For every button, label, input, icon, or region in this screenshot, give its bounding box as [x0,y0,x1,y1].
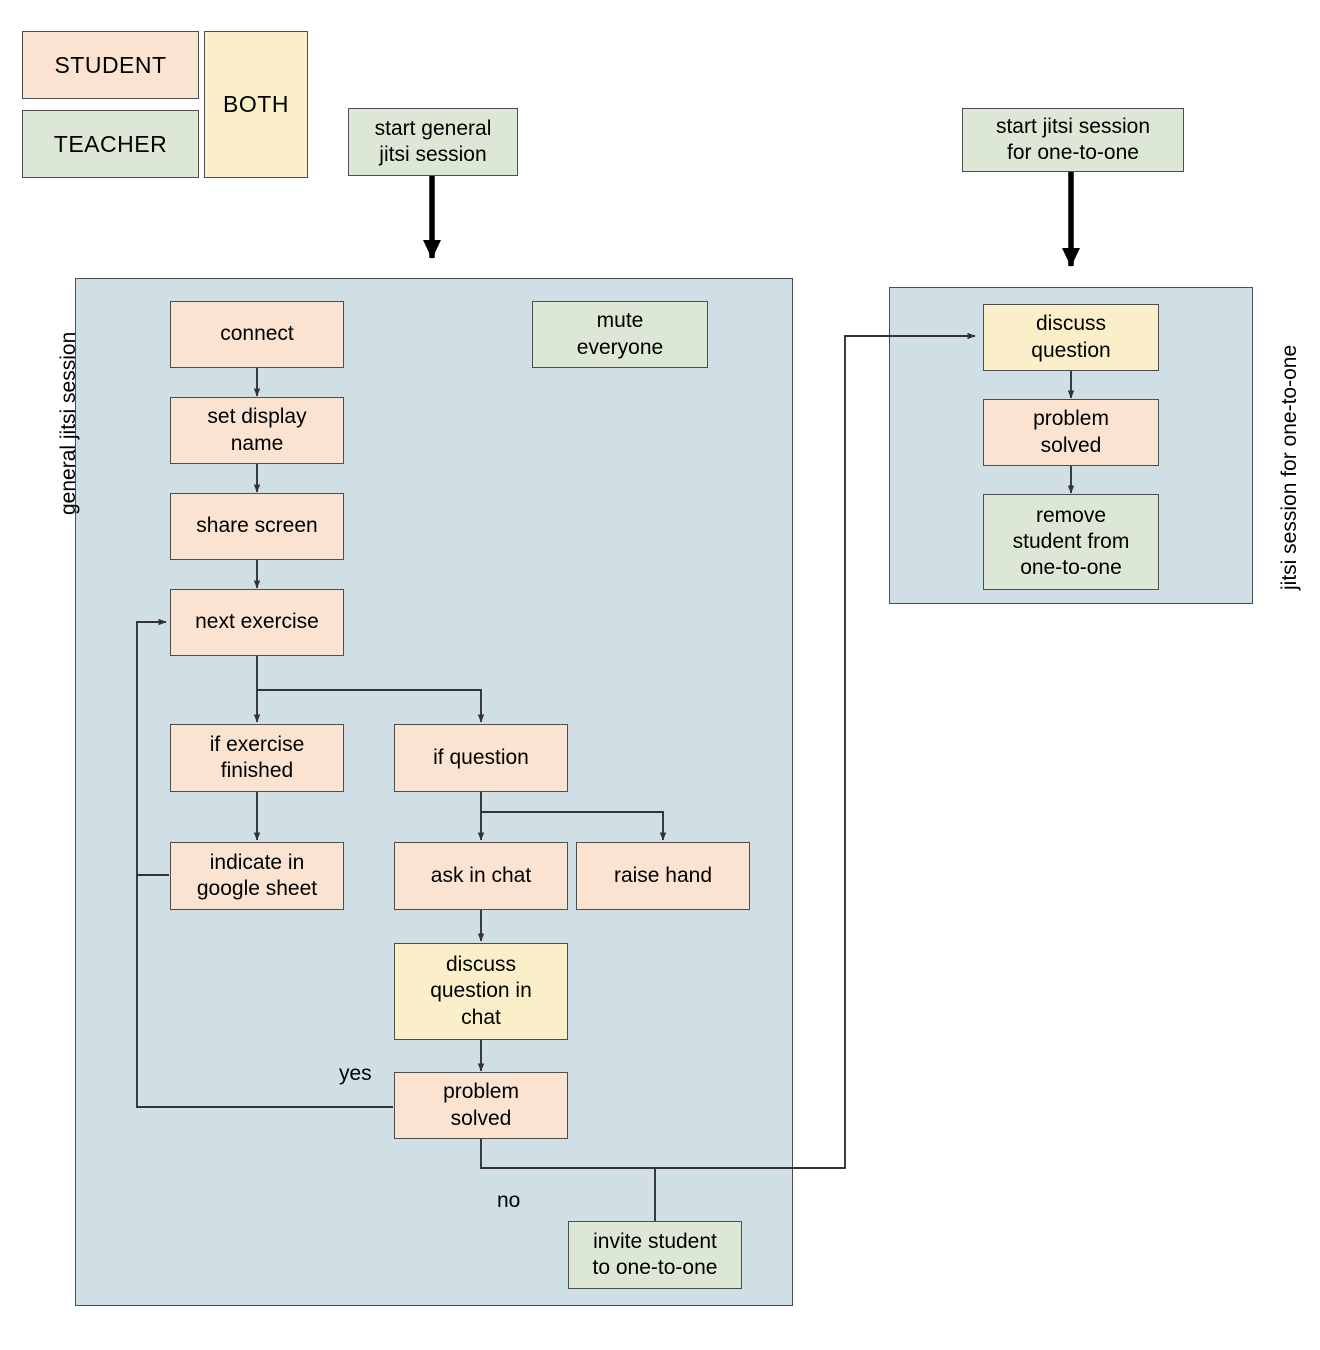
node-problem-solved-one-to-one[interactable]: problem solved [983,399,1159,466]
node-if-exercise-finished[interactable]: if exercise finished [170,724,344,792]
node-problem-solved[interactable]: problem solved [394,1072,568,1139]
node-connect[interactable]: connect [170,301,344,368]
node-share-screen[interactable]: share screen [170,493,344,560]
node-label: discuss question in chat [430,953,532,1029]
node-discuss-question[interactable]: discuss question [983,304,1159,371]
node-label: ask in chat [430,863,532,887]
node-raise-hand[interactable]: raise hand [576,842,750,910]
node-label: mute everyone [576,309,664,359]
node-start-general-jitsi-session[interactable]: start general jitsi session [348,108,518,176]
node-set-display-name[interactable]: set display name [170,397,344,464]
node-mute-everyone[interactable]: mute everyone [532,301,708,368]
node-label: invite student to one-to-one [592,1229,718,1279]
edge-label-yes: yes [339,1062,372,1085]
node-indicate-in-google-sheet[interactable]: indicate in google sheet [170,842,344,910]
container-label-jitsi-session-one-to-one: jitsi session for one-to-one [1278,344,1301,590]
node-label: if exercise finished [209,732,305,782]
node-label: indicate in google sheet [196,850,318,900]
legend-both-label: BOTH [223,91,289,117]
node-label: discuss question [1031,312,1111,362]
node-label: remove student from one-to-one [1012,503,1130,580]
legend-student: STUDENT [22,31,199,99]
node-label: problem solved [1033,407,1109,457]
legend-student-label: STUDENT [54,51,167,78]
legend-both: BOTH [204,31,308,178]
node-label: connect [220,322,294,346]
legend-teacher-label: TEACHER [53,130,168,157]
node-ask-in-chat[interactable]: ask in chat [394,842,568,910]
node-start-jitsi-session-for-one-to-one[interactable]: start jitsi session for one-to-one [962,108,1184,172]
node-label: if question [433,745,529,769]
node-label: share screen [196,514,318,538]
edge-label-no: no [497,1189,521,1212]
node-label: next exercise [195,610,319,634]
container-label-general-jitsi-session: general jitsi session [57,331,80,515]
node-label: raise hand [613,863,713,887]
node-invite-student-to-one-to-one[interactable]: invite student to one-to-one [568,1221,742,1289]
legend-teacher: TEACHER [22,110,199,178]
node-if-question[interactable]: if question [394,724,568,792]
node-label: start jitsi session for one-to-one [995,114,1151,164]
node-remove-student-from-one-to-one[interactable]: remove student from one-to-one [983,494,1159,590]
node-label: start general jitsi session [374,116,492,166]
flowchart-diagram: general jitsi session jitsi session for … [0,0,1320,1350]
node-label: problem solved [443,1080,519,1130]
node-label: set display name [207,405,307,455]
node-discuss-question-in-chat[interactable]: discuss question in chat [394,943,568,1040]
node-next-exercise[interactable]: next exercise [170,589,344,656]
